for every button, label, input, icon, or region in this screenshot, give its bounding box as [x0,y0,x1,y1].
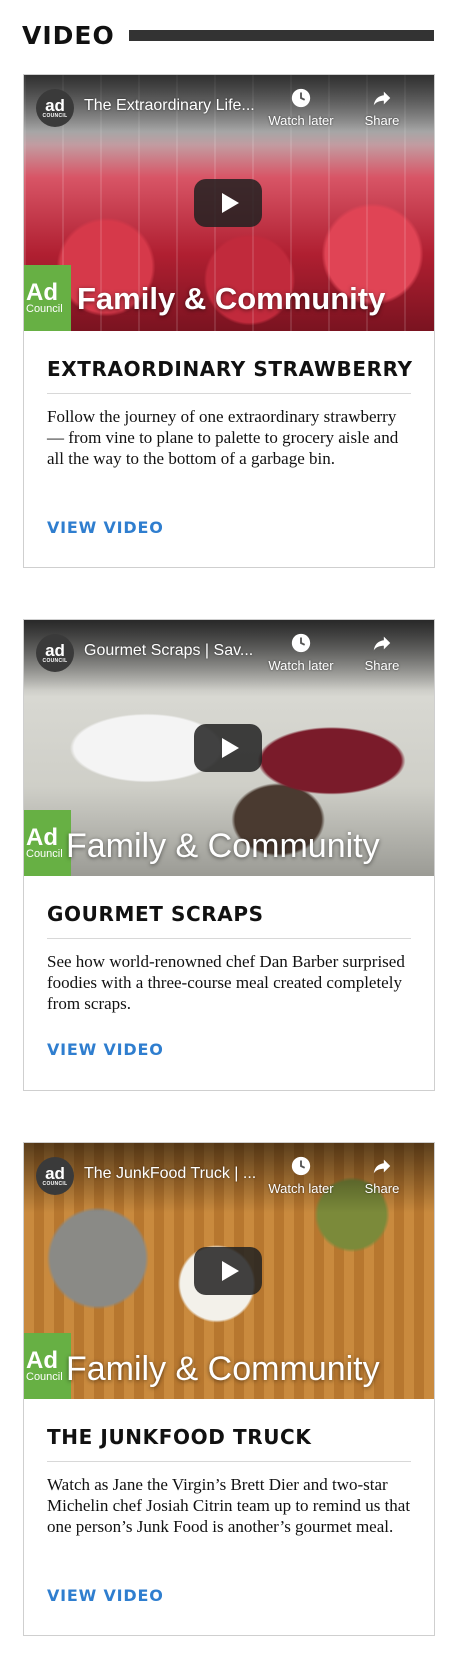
clock-icon [291,633,311,653]
card-title: EXTRAORDINARY STRAWBERRY [47,357,412,394]
section-header: VIDEO [22,18,434,52]
ad-council-logo: Ad Council [24,810,71,876]
share-button[interactable]: Share [354,1155,410,1196]
brand-overlay-text: Family & Community [66,827,380,865]
play-icon [221,738,239,758]
video-title-link[interactable]: The JunkFood Truck | ... [84,1165,272,1183]
channel-avatar[interactable]: ad COUNCIL [36,634,74,672]
card-title: GOURMET SCRAPS [47,902,411,939]
share-arrow-icon [373,1159,391,1174]
video-card: ad COUNCIL Gourmet Scraps | Sav... Watch… [23,619,435,1091]
card-description: See how world-renowned chef Dan Barber s… [47,952,405,1013]
brand-overlay-text: Family & Community [77,281,386,316]
watch-later-label: Watch later [268,658,334,673]
channel-avatar[interactable]: ad COUNCIL [36,89,74,127]
play-button[interactable] [194,1247,262,1295]
section-title: VIDEO [22,20,115,50]
ad-council-logo: Ad Council [24,1333,71,1399]
clock-icon [291,88,311,108]
card-description: Follow the journey of one extraordinary … [47,407,399,468]
watch-later-button[interactable]: Watch later [266,87,336,128]
view-video-link[interactable]: VIEW VIDEO [47,1586,164,1605]
card-description: Watch as Jane the Virgin’s Brett Dier an… [47,1475,411,1536]
video-player[interactable]: ad COUNCIL Gourmet Scraps | Sav... Watch… [24,620,434,876]
video-title-link[interactable]: The Extraordinary Life... [84,97,272,115]
share-button[interactable]: Share [354,87,410,128]
share-label: Share [364,113,400,128]
play-icon [221,1261,239,1281]
view-video-link[interactable]: VIEW VIDEO [47,518,164,537]
watch-later-button[interactable]: Watch later [266,632,336,673]
share-button[interactable]: Share [354,632,410,673]
watch-later-button[interactable]: Watch later [266,1155,336,1196]
share-label: Share [364,1181,400,1196]
video-player[interactable]: ad COUNCIL The JunkFood Truck | ... Watc… [24,1143,434,1399]
brand-overlay-text: Family & Community [66,1350,380,1388]
play-button[interactable] [194,724,262,772]
play-icon [221,193,239,213]
channel-avatar[interactable]: ad COUNCIL [36,1157,74,1195]
share-label: Share [364,658,400,673]
video-card: ad COUNCIL The Extraordinary Life... Wat… [23,74,435,568]
ad-council-logo: Ad Council [24,265,71,331]
watch-later-label: Watch later [268,113,334,128]
video-card: ad COUNCIL The JunkFood Truck | ... Watc… [23,1142,435,1636]
video-title-link[interactable]: Gourmet Scraps | Sav... [84,642,272,660]
play-button[interactable] [194,179,262,227]
video-player[interactable]: ad COUNCIL The Extraordinary Life... Wat… [24,75,434,331]
watch-later-label: Watch later [268,1181,334,1196]
share-arrow-icon [373,636,391,651]
card-title: THE JUNKFOOD TRUCK [47,1425,411,1462]
section-divider [128,29,434,41]
share-arrow-icon [373,91,391,106]
view-video-link[interactable]: VIEW VIDEO [47,1040,164,1059]
clock-icon [291,1156,311,1176]
